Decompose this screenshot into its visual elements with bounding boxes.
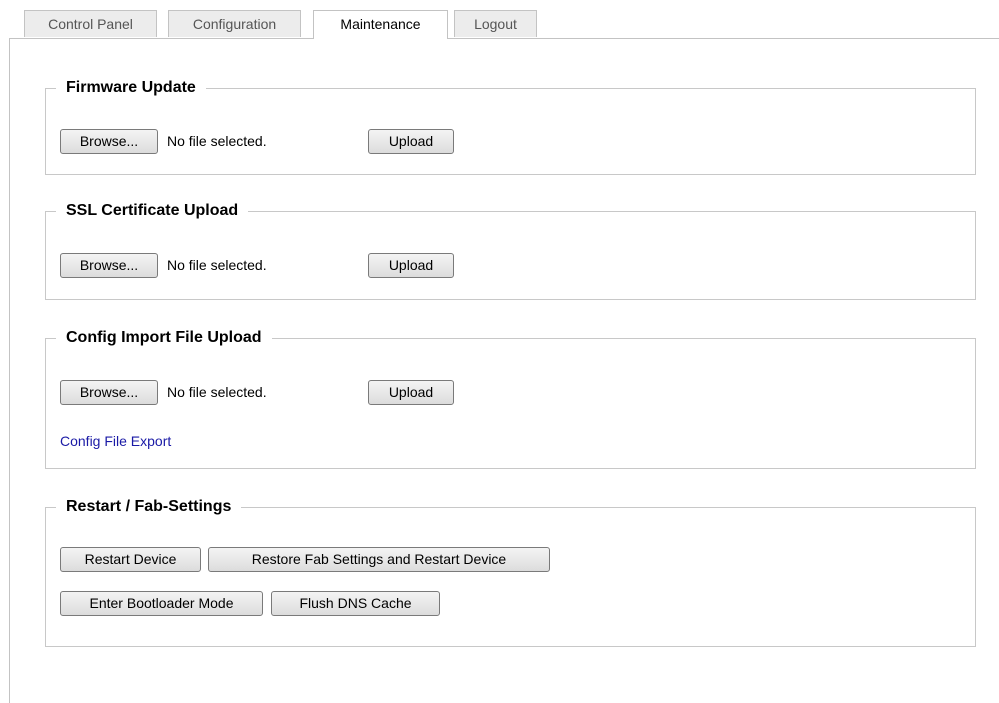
firmware-file-status: No file selected.	[167, 133, 267, 149]
config-file-export-link[interactable]: Config File Export	[60, 433, 171, 449]
firmware-update-section: Firmware Update Browse... No file select…	[45, 79, 976, 175]
tab-logout[interactable]: Logout	[454, 10, 537, 37]
enter-bootloader-button[interactable]: Enter Bootloader Mode	[60, 591, 263, 616]
firmware-update-title: Firmware Update	[66, 79, 196, 96]
config-upload-button[interactable]: Upload	[368, 380, 454, 405]
restart-fab-settings-section: Restart / Fab-Settings Restart Device Re…	[45, 498, 976, 647]
maintenance-panel: Firmware Update Browse... No file select…	[9, 38, 999, 703]
config-file-status: No file selected.	[167, 384, 267, 400]
ssl-certificate-section: SSL Certificate Upload Browse... No file…	[45, 202, 976, 300]
tab-control-panel[interactable]: Control Panel	[24, 10, 157, 37]
config-import-section: Config Import File Upload Browse... No f…	[45, 329, 976, 469]
config-import-title: Config Import File Upload	[66, 329, 262, 346]
ssl-file-status: No file selected.	[167, 257, 267, 273]
ssl-certificate-title: SSL Certificate Upload	[66, 202, 239, 219]
ssl-upload-button[interactable]: Upload	[368, 253, 454, 278]
config-browse-button[interactable]: Browse...	[60, 380, 158, 405]
restart-fab-settings-title: Restart / Fab-Settings	[66, 498, 232, 515]
restart-device-button[interactable]: Restart Device	[60, 547, 201, 572]
firmware-upload-button[interactable]: Upload	[368, 129, 454, 154]
flush-dns-cache-button[interactable]: Flush DNS Cache	[271, 591, 440, 616]
tab-configuration[interactable]: Configuration	[168, 10, 301, 37]
restore-fab-settings-button[interactable]: Restore Fab Settings and Restart Device	[208, 547, 550, 572]
firmware-browse-button[interactable]: Browse...	[60, 129, 158, 154]
tab-maintenance[interactable]: Maintenance	[313, 10, 448, 39]
ssl-browse-button[interactable]: Browse...	[60, 253, 158, 278]
